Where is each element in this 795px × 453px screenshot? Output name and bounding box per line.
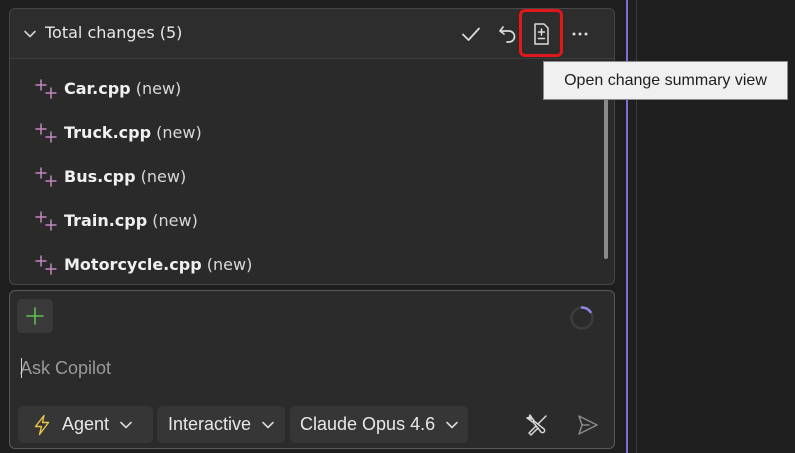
file-row-train[interactable]: Train.cpp (new) xyxy=(10,198,600,242)
send-icon xyxy=(578,415,598,435)
chevron-down-icon xyxy=(120,421,132,428)
sparkle-plus-icon xyxy=(35,255,57,275)
model-label: Claude Opus 4.6 xyxy=(300,414,436,434)
changes-card: Total changes (5) Car.cpp (new) Truck.cp… xyxy=(9,8,615,285)
file-status: (new) xyxy=(156,123,202,142)
undo-icon xyxy=(499,26,516,43)
chevron-down-icon xyxy=(446,421,458,428)
file-status: (new) xyxy=(140,167,187,186)
interaction-style-dropdown[interactable]: Interactive xyxy=(157,406,285,443)
accept-all-button[interactable] xyxy=(458,21,484,47)
wrench-screwdriver-icon xyxy=(526,414,547,436)
chevron-down-icon xyxy=(262,421,274,428)
send-button[interactable] xyxy=(573,410,603,440)
tooltip-text: Open change summary view xyxy=(564,71,767,89)
file-label: Motorcycle.cpp (new) xyxy=(64,255,252,274)
file-label: Bus.cpp (new) xyxy=(64,167,186,186)
file-label: Truck.cpp (new) xyxy=(64,123,202,142)
more-options-button[interactable] xyxy=(567,21,593,47)
file-status: (new) xyxy=(206,255,253,274)
changes-header[interactable]: Total changes (5) xyxy=(10,9,614,59)
ask-copilot-input[interactable] xyxy=(20,355,580,381)
changes-title: Total changes (5) xyxy=(45,23,183,42)
undo-all-button[interactable] xyxy=(495,21,521,47)
ellipsis-icon xyxy=(572,32,588,36)
file-row-truck[interactable]: Truck.cpp (new) xyxy=(10,110,600,154)
sparkle-plus-icon xyxy=(35,79,57,99)
mode-dropdown[interactable]: Agent xyxy=(18,406,153,443)
lightning-bolt-icon xyxy=(34,414,50,435)
sparkle-plus-icon xyxy=(35,211,57,231)
chevron-down-icon[interactable] xyxy=(23,27,37,41)
interaction-style-label: Interactive xyxy=(168,414,252,434)
mode-label: Agent xyxy=(62,414,110,434)
file-status: (new) xyxy=(152,211,198,230)
sparkle-plus-icon xyxy=(35,123,57,143)
file-name: Car.cpp xyxy=(64,79,131,98)
change-summary-tooltip: Open change summary view xyxy=(543,61,788,100)
sparkle-plus-icon xyxy=(35,167,57,187)
file-name: Motorcycle.cpp xyxy=(64,255,202,274)
file-name: Truck.cpp xyxy=(64,123,152,142)
add-context-button[interactable] xyxy=(17,299,53,333)
summary-button-highlight xyxy=(519,9,563,57)
text-caret xyxy=(21,358,22,378)
file-list-scrollbar[interactable] xyxy=(604,99,608,259)
file-label: Car.cpp (new) xyxy=(64,79,181,98)
file-row-car[interactable]: Car.cpp (new) xyxy=(10,66,600,110)
file-label: Train.cpp (new) xyxy=(64,211,198,230)
file-row-motorcycle[interactable]: Motorcycle.cpp (new) xyxy=(10,242,600,284)
file-name: Train.cpp xyxy=(64,211,148,230)
model-dropdown[interactable]: Claude Opus 4.6 xyxy=(290,406,468,443)
file-status: (new) xyxy=(135,79,182,98)
spinner-icon xyxy=(570,306,594,330)
plus-icon xyxy=(26,307,44,325)
file-row-bus[interactable]: Bus.cpp (new) xyxy=(10,154,600,198)
tools-button[interactable] xyxy=(522,410,552,440)
chat-input-card: Agent Interactive Claude Opus 4.6 xyxy=(9,290,615,449)
file-name: Bus.cpp xyxy=(64,167,136,186)
checkmark-icon xyxy=(462,27,480,41)
